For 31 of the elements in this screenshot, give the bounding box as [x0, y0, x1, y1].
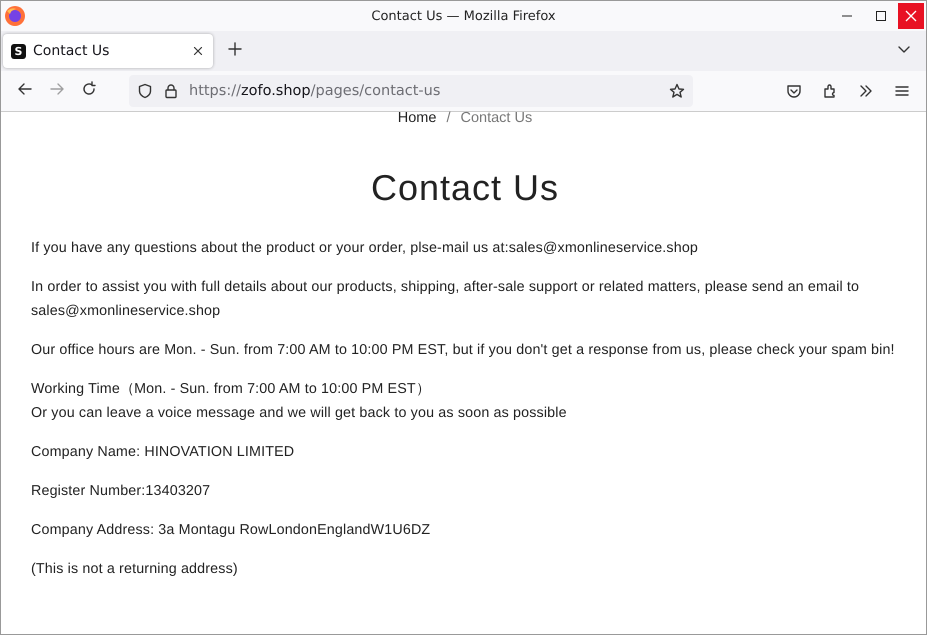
paragraph-text: (This is not a returning address) [31, 560, 239, 579]
reload-icon[interactable] [81, 81, 97, 97]
shield-icon[interactable] [137, 83, 153, 99]
close-button[interactable] [898, 3, 924, 29]
back-icon[interactable] [17, 81, 33, 97]
lock-icon[interactable] [163, 83, 179, 99]
star-icon[interactable] [669, 83, 685, 99]
paragraph-text: Or you can leave a voice message and we will get back to you as soon as possible [31, 404, 568, 423]
page-heading: Contact Us [370, 168, 560, 208]
tab-title: Contact Us [33, 43, 110, 59]
breadcrumb-separator: / [446, 110, 450, 126]
close-icon [905, 10, 917, 22]
firefox-logo-icon [4, 5, 26, 27]
breadcrumb-link[interactable]: Home [398, 110, 436, 126]
paragraph-text: Our office hours are Mon. - Sun. from 7:00 AM to 10:00 PM EST, but if you don't get a response from us, please check your spam bin! [31, 341, 896, 360]
paragraph-text: Register Number:13403207 [31, 482, 212, 501]
paragraph-text: Company Name: HINOVATION LIMITED [31, 443, 296, 462]
paragraph-text: If you have any questions about the product or your order, plse-mail us at:sales@xmonlineservice.shop [31, 239, 700, 258]
address-bar[interactable]: https://zofo.shop/pages/contact-us [129, 75, 693, 107]
close-icon[interactable] [191, 44, 205, 58]
pocket-icon[interactable] [786, 83, 802, 99]
favicon: S [11, 44, 26, 58]
breadcrumb-current: Contact Us [460, 110, 532, 126]
window-title: Contact Us — Mozilla Firefox [371, 8, 556, 24]
paragraph-text: In order to assist you with full details about our products, shipping, after-sale support or related matters, please send an email to sales@xmonlineservice.shop [31, 278, 860, 321]
paragraph-text: Working Time（Mon. - Sun. from 7:00 AM to 10:00 PM EST） [31, 380, 431, 399]
maximize-icon [875, 10, 887, 22]
overflow-chevrons-icon[interactable] [858, 83, 874, 99]
paragraph-text: Company Address: 3a Montagu RowLondonEnglandW1U6DZ [31, 521, 432, 540]
browser-tab[interactable]: S Contact Us [3, 34, 213, 68]
new-tab-icon[interactable] [227, 41, 243, 57]
